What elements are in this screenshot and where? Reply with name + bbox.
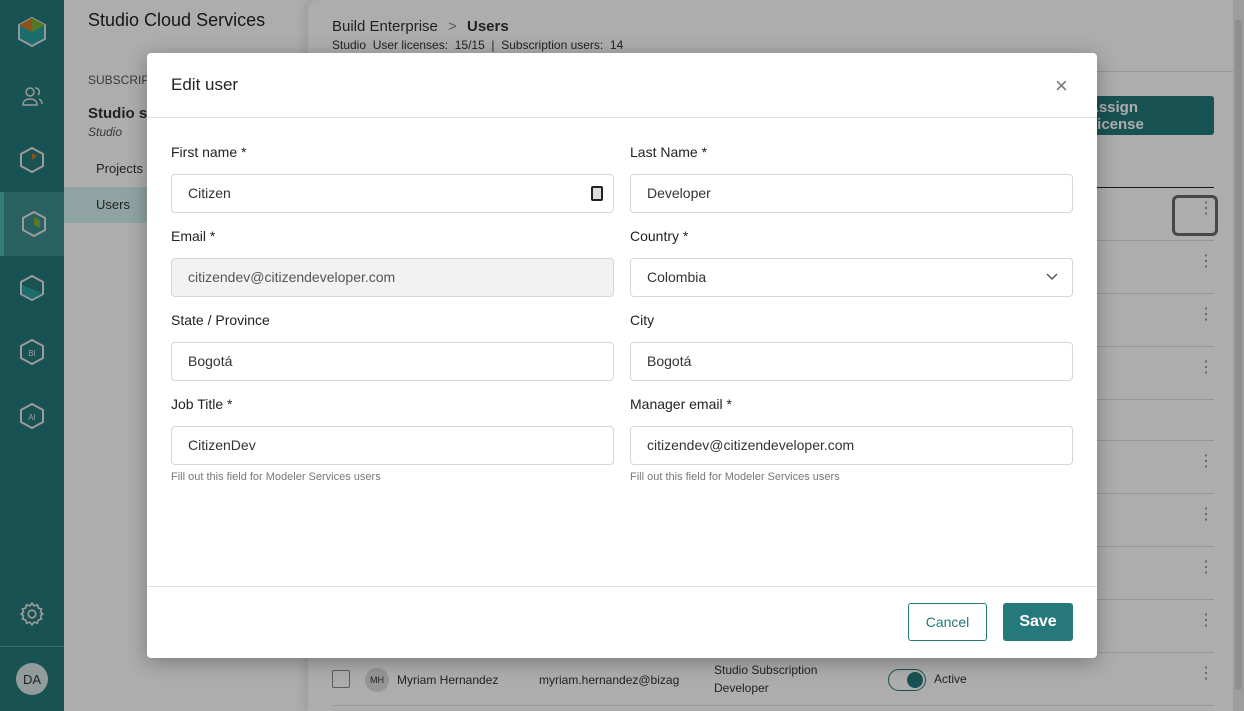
close-icon[interactable]: × <box>1055 73 1068 99</box>
job-title-help: Fill out this field for Modeler Services… <box>171 471 381 483</box>
edit-user-dialog: Edit user × First name * Citizen Last Na… <box>147 53 1097 658</box>
last-name-field: Last Name * Developer <box>630 145 1073 213</box>
state-input[interactable]: Bogotá <box>171 342 614 381</box>
last-name-input[interactable]: Developer <box>630 174 1073 213</box>
contact-card-icon <box>591 186 603 201</box>
state-label: State / Province <box>171 312 270 328</box>
email-field: Email * citizendev@citizendeveloper.com <box>171 229 614 297</box>
header-divider <box>147 117 1097 118</box>
city-label: City <box>630 312 655 328</box>
country-field: Country * Colombia <box>630 229 1073 297</box>
job-title-input[interactable]: CitizenDev <box>171 426 614 465</box>
manager-email-help: Fill out this field for Modeler Services… <box>630 471 840 483</box>
country-label: Country * <box>630 228 689 244</box>
job-title-field: Job Title * CitizenDev Fill out this fie… <box>171 397 614 483</box>
manager-email-input[interactable]: citizendev@citizendeveloper.com <box>630 426 1073 465</box>
state-field: State / Province Bogotá <box>171 313 614 381</box>
cancel-button[interactable]: Cancel <box>908 603 987 641</box>
dialog-title: Edit user <box>171 75 239 94</box>
city-input[interactable]: Bogotá <box>630 342 1073 381</box>
save-button[interactable]: Save <box>1003 603 1073 641</box>
country-select[interactable]: Colombia <box>630 258 1073 297</box>
job-title-label: Job Title * <box>171 396 233 412</box>
last-name-label: Last Name * <box>630 144 708 160</box>
email-input: citizendev@citizendeveloper.com <box>171 258 614 297</box>
manager-email-field: Manager email * citizendev@citizendevelo… <box>630 397 1073 483</box>
footer-divider <box>147 586 1097 587</box>
first-name-input[interactable]: Citizen <box>171 174 614 213</box>
city-field: City Bogotá <box>630 313 1073 381</box>
first-name-field: First name * Citizen <box>171 145 614 213</box>
email-label: Email * <box>171 228 216 244</box>
first-name-label: First name * <box>171 144 247 160</box>
chevron-down-icon <box>1046 273 1058 281</box>
manager-email-label: Manager email * <box>630 396 732 412</box>
